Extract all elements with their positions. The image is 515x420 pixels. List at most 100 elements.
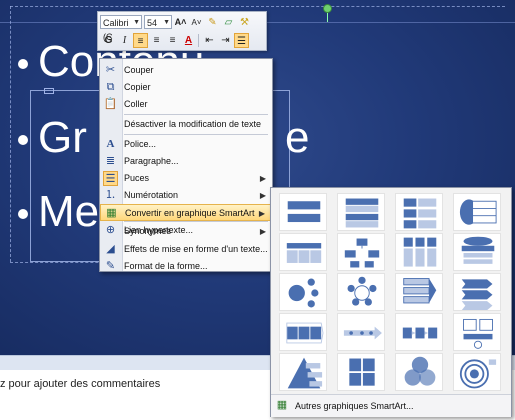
menu-item-numbering[interactable]: ⒈ Numérotation ▶	[100, 187, 272, 204]
bullet-line-2[interactable]: Gr	[18, 113, 87, 163]
submenu-arrow-icon: ▶	[258, 209, 265, 218]
paste-icon: 📋	[103, 98, 118, 110]
smartart-venn[interactable]	[395, 353, 443, 391]
menu-item-convert-smartart[interactable]: ▦ Convertir en graphique SmartArt ▶	[100, 204, 272, 221]
smartart-basic-block-list-icon	[287, 201, 321, 223]
smartart-basic-block-list[interactable]	[279, 193, 327, 231]
smartart-vertical-bullet-list-icon	[345, 198, 379, 228]
smartart-vertical-box-list[interactable]	[453, 233, 501, 271]
smartart-hierarchy[interactable]	[337, 233, 385, 271]
rotate-handle-line	[327, 12, 328, 22]
smartart-picture-list[interactable]	[395, 233, 443, 271]
smartart-stacked-list[interactable]	[395, 193, 443, 231]
smartart-hierarchy-icon	[344, 238, 380, 268]
bullet-text: Gr	[38, 113, 87, 162]
smartart-basic-cycle[interactable]	[337, 273, 385, 311]
mini-toolbar: Calibri (C ▼ 54 ▼ A˄ A˅ ✎ ▱ ⚒ G I ≡ ≡ ≡ A …	[97, 11, 267, 51]
menu-item-copy[interactable]: ⧉ Copier	[100, 79, 272, 96]
menu-item-font[interactable]: A Police...	[100, 136, 272, 153]
smartart-cycle[interactable]	[279, 273, 327, 311]
bullet-dot-icon	[18, 135, 28, 146]
font-size-value: 54	[147, 18, 158, 28]
smartart-table-list[interactable]	[453, 193, 501, 231]
smartart-venn-icon	[404, 356, 436, 386]
font-size-combo[interactable]: 54 ▼	[144, 15, 172, 29]
grow-font-button[interactable]: A˄	[173, 15, 188, 30]
submenu-arrow-icon: ▶	[259, 191, 266, 200]
bullet-line-2-tail: e	[285, 113, 310, 162]
menu-item-synonyms[interactable]: Synonymes ▶	[100, 223, 272, 240]
align-right-icon[interactable]: ≡	[165, 33, 180, 48]
format-shape-icon: ✎	[105, 260, 116, 272]
menu-item-format-shape[interactable]: ✎ Format de la forme...	[100, 258, 272, 275]
smartart-icon: ▦	[106, 207, 117, 219]
menu-item-label: Désactiver la modification de texte	[124, 119, 262, 129]
smartart-vertical-box-list-icon	[461, 236, 495, 264]
smartart-process-arrows[interactable]	[279, 313, 327, 351]
decrease-indent-icon[interactable]: ⇤	[202, 33, 217, 48]
menu-item-disable-text-edit[interactable]: Désactiver la modification de texte	[100, 116, 272, 133]
bullets-icon: ☰	[103, 171, 118, 186]
more-smartart-row[interactable]: ▦ Autres graphiques SmartArt...	[271, 394, 511, 417]
smartart-target-list[interactable]	[395, 273, 443, 311]
smartart-radial-target[interactable]	[453, 353, 501, 391]
smartart-chevron-list-icon	[461, 279, 493, 310]
smartart-picture-accent[interactable]	[453, 313, 501, 351]
more-smartart-label: Autres graphiques SmartArt...	[295, 401, 414, 411]
brush-icon[interactable]: ⚒	[237, 15, 252, 30]
smartart-gallery: ▦ Autres graphiques SmartArt...	[270, 187, 512, 417]
text-effects-icon: ◢	[106, 243, 115, 255]
menu-item-text-effects[interactable]: ◢ Effets de mise en forme d'un texte...	[100, 241, 272, 258]
scissors-icon: ✂	[105, 64, 116, 76]
chevron-down-icon: ▼	[163, 19, 170, 26]
menu-separator	[124, 114, 268, 115]
smartart-vertical-bullet-list[interactable]	[337, 193, 385, 231]
format-painter-icon[interactable]: ✎	[205, 15, 220, 30]
chevron-down-icon: ▼	[133, 19, 140, 26]
menu-item-label: Police...	[124, 139, 157, 149]
submenu-arrow-icon: ▶	[259, 227, 266, 236]
bullet-dot-icon	[18, 209, 28, 220]
submenu-arrow-icon: ▶	[259, 174, 266, 183]
menu-item-label: Paragraphe...	[124, 156, 179, 166]
highlight-icon[interactable]: ▱	[221, 15, 236, 30]
menu-separator	[124, 134, 268, 135]
menu-item-paste[interactable]: 📋 Coller	[100, 96, 272, 113]
smartart-stacked-list-icon	[403, 198, 437, 229]
menu-item-paragraph[interactable]: ≣ Paragraphe...	[100, 153, 272, 170]
selection-handle[interactable]	[44, 88, 54, 94]
placeholder-border-top	[10, 6, 505, 7]
menu-item-bullets[interactable]: ☰ Puces ▶	[100, 170, 272, 187]
smartart-target-list-icon	[403, 278, 437, 304]
smartart-picture-accent-icon	[463, 318, 493, 349]
smartart-table-list-icon	[459, 199, 497, 225]
font-color-button[interactable]: A	[181, 33, 196, 48]
bullet-dot-icon	[18, 59, 28, 70]
rotate-handle[interactable]	[323, 4, 332, 13]
italic-button[interactable]: I	[117, 33, 132, 48]
increase-indent-icon[interactable]: ⇥	[218, 33, 233, 48]
align-center-icon[interactable]: ≡	[149, 33, 164, 48]
notes-placeholder: z pour ajouter des commentaires	[0, 378, 161, 390]
smartart-process-arrows-icon	[286, 322, 324, 344]
smartart-grid	[276, 192, 508, 391]
align-left-icon[interactable]: ≡	[133, 32, 148, 48]
smartart-horizontal-list[interactable]	[279, 233, 327, 271]
menu-item-cut[interactable]: ✂ Couper	[100, 62, 272, 79]
smartart-chevron-list[interactable]	[453, 273, 501, 311]
bullets-toggle-icon[interactable]: ☰	[234, 32, 249, 48]
numbering-icon: ⒈	[105, 189, 116, 201]
font-name-combo[interactable]: Calibri (C ▼	[100, 15, 142, 42]
smartart-icon: ▦	[276, 399, 288, 411]
smartart-basic-process[interactable]	[395, 313, 443, 351]
menu-item-label: Numérotation	[124, 190, 179, 200]
bold-button[interactable]: G	[101, 33, 116, 48]
menu-item-label: Puces	[124, 173, 150, 183]
smartart-pyramid[interactable]	[279, 353, 327, 391]
smartart-basic-timeline[interactable]	[337, 313, 385, 351]
toolbar-separator	[198, 33, 199, 47]
bullet-line-3[interactable]: Me	[18, 187, 99, 237]
smartart-matrix[interactable]	[337, 353, 385, 391]
shrink-font-button[interactable]: A˅	[189, 15, 204, 30]
bullet-text: Me	[38, 187, 100, 236]
